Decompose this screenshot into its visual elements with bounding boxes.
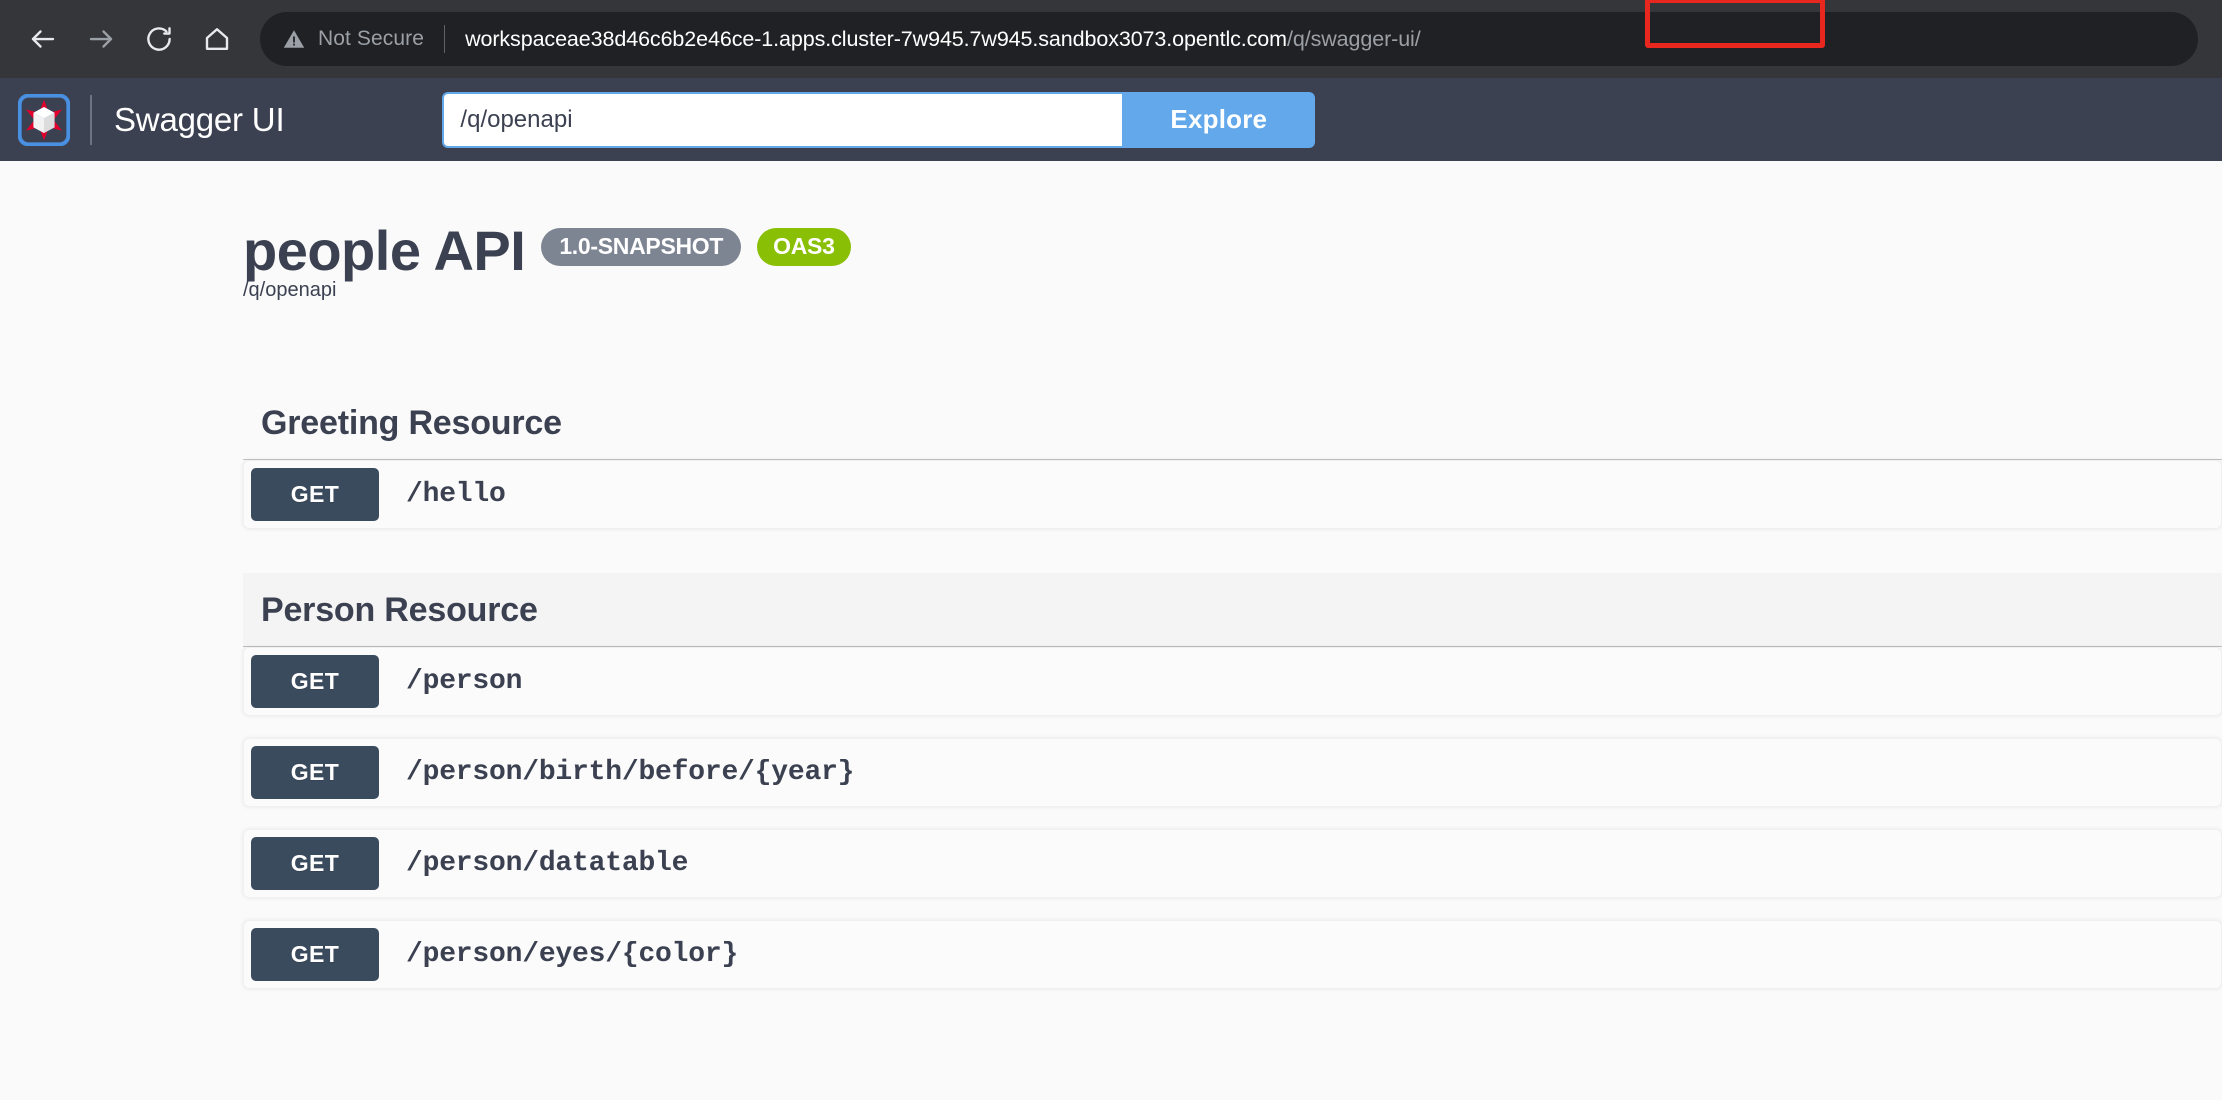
topbar-spec-selector: Explore [442,92,1315,148]
tag-header-greeting-resource[interactable]: Greeting Resource [243,386,2222,460]
operation-row[interactable]: GET /person/datatable [243,829,2222,898]
endpoint-path: /person/datatable [406,848,688,879]
endpoint-path: /person [406,666,522,697]
security-indicator[interactable]: Not Secure [282,27,424,51]
scheme-spacer [0,302,2222,386]
oas-version-badge: OAS3 [757,228,850,266]
brand-label: Swagger UI [114,101,284,139]
forward-button[interactable] [72,10,130,68]
operation-row[interactable]: GET /person/birth/before/{year} [243,738,2222,807]
reload-icon [144,24,174,54]
tag-label: Greeting Resource [261,404,562,443]
http-method-badge: GET [251,837,379,890]
tag-section-greeting-resource: Greeting Resource GET /hello [243,386,2222,529]
security-label: Not Secure [318,27,424,51]
tag-label: Person Resource [261,591,538,630]
explore-button[interactable]: Explore [1122,92,1315,148]
endpoint-path: /person/birth/before/{year} [406,757,854,788]
http-method-badge: GET [251,655,379,708]
browser-toolbar: Not Secure workspaceae38d46c6b2e46ce-1.a… [0,0,2222,78]
browser-nav-buttons [14,10,246,68]
operation-row[interactable]: GET /person [243,647,2222,716]
url-path-highlight-box [1645,0,1825,48]
http-method-badge: GET [251,468,379,521]
logo-divider [90,95,92,145]
arrow-left-icon [28,24,58,54]
api-title-row: people API 1.0-SNAPSHOT OAS3 [243,223,1979,279]
download-url-wrapper: Explore [442,92,1315,148]
tag-section-person-resource: Person Resource GET /person GET /person/… [243,573,2222,989]
endpoint-path: /hello [406,479,506,510]
spec-url-input[interactable] [442,92,1122,148]
operation-row[interactable]: GET /person/eyes/{color} [243,920,2222,989]
home-icon [202,24,232,54]
spec-url-link[interactable]: /q/openapi [243,279,336,301]
swagger-main: people API 1.0-SNAPSHOT OAS3 /q/openapi … [0,161,2222,1100]
http-method-badge: GET [251,746,379,799]
swagger-logo-link[interactable]: Swagger UI [18,94,284,146]
reload-button[interactable] [130,10,188,68]
swagger-topbar: Swagger UI Explore [0,78,2222,161]
api-info-block: people API 1.0-SNAPSHOT OAS3 /q/openapi [243,223,1979,302]
tag-spacer [0,551,2222,573]
http-method-badge: GET [251,928,379,981]
url-text[interactable]: workspaceae38d46c6b2e46ce-1.apps.cluster… [465,27,1421,52]
operation-row[interactable]: GET /hello [243,460,2222,529]
omnibox-divider [444,25,445,53]
endpoint-path: /person/eyes/{color} [406,939,738,970]
back-button[interactable] [14,10,72,68]
tag-header-person-resource[interactable]: Person Resource [243,573,2222,647]
swagger-logo-icon [18,94,70,146]
url-host: workspaceae38d46c6b2e46ce-1.apps.cluster… [465,27,1287,51]
address-bar[interactable]: Not Secure workspaceae38d46c6b2e46ce-1.a… [260,12,2198,66]
version-badge: 1.0-SNAPSHOT [541,228,741,266]
url-path: /q/swagger-ui/ [1287,27,1421,51]
page-title: people API [243,223,525,279]
arrow-right-icon [86,24,116,54]
warning-triangle-icon [282,27,306,51]
home-button[interactable] [188,10,246,68]
